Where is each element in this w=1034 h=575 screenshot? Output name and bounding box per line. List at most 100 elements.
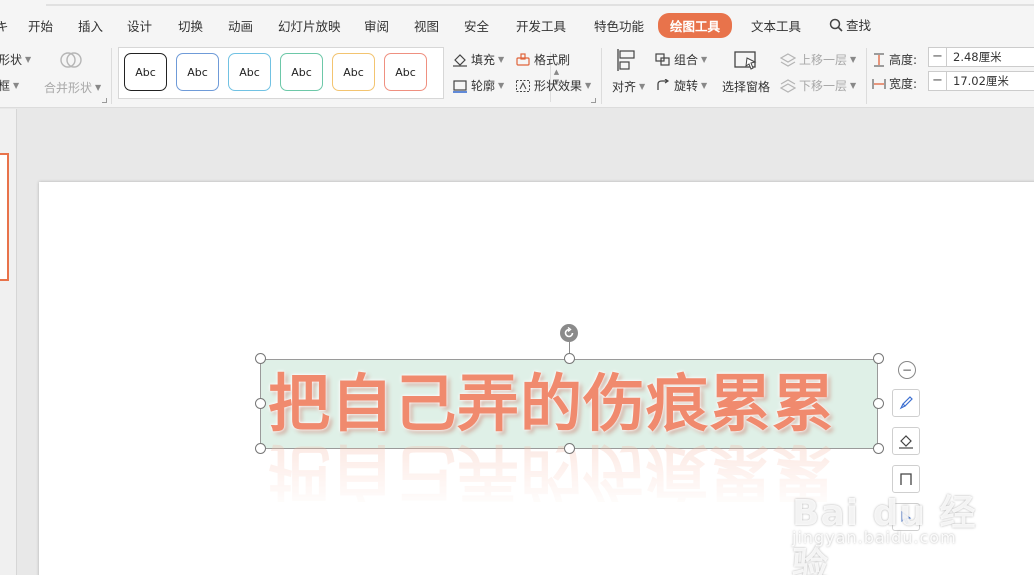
merge-shapes-button[interactable]: 合并形状 ▼ — [44, 79, 101, 96]
fill-quick-button[interactable] — [892, 427, 920, 455]
rotate-icon — [657, 78, 670, 90]
group-dialog-launcher[interactable] — [102, 98, 107, 103]
style-sample-label: Abc — [395, 65, 416, 79]
width-label-group: 宽度: — [872, 75, 917, 92]
outline-label: 轮廓 — [471, 79, 496, 93]
menu-item-developer[interactable]: 开发工具 — [516, 16, 566, 35]
bring-forward-icon — [780, 52, 796, 67]
search-button[interactable]: 查找 — [829, 15, 871, 34]
align-button[interactable]: 对齐 ▼ — [612, 78, 645, 95]
outline-icon — [453, 79, 467, 93]
menu-item-security[interactable]: 安全 — [464, 16, 489, 35]
group-button[interactable]: 组合 ▼ — [655, 51, 707, 68]
format-painter-button[interactable]: 格式刷 — [515, 51, 570, 68]
format-painter-icon — [516, 52, 530, 66]
merge-shapes-icon — [57, 48, 85, 75]
baidu-jingyan-watermark: Bai du 经验 jingyan.baidu.com — [792, 484, 992, 575]
fill-bucket-icon — [453, 53, 467, 67]
shape-style-quick-button[interactable] — [892, 389, 920, 417]
rotate-icon — [564, 327, 574, 338]
shape-effects-icon — [516, 79, 530, 92]
group-icon — [655, 52, 670, 66]
ribbon-toolbar: 形状 ▼ 框 ▼ 合并形状 ▼ Abc Abc Abc Abc Abc Abc ▲ ▼… — [0, 44, 1034, 108]
chevron-down-icon: ▼ — [639, 82, 646, 91]
rotate-button[interactable]: 旋转 ▼ — [655, 77, 707, 94]
height-field[interactable]: − 2.48厘米 — [928, 47, 1034, 67]
menu-topline — [46, 4, 1034, 6]
menu-item-drawing-tools[interactable]: 绘图工具 — [658, 13, 733, 38]
outline-button[interactable]: 轮廓 ▼ — [452, 77, 504, 94]
search-icon — [829, 18, 843, 32]
fill-bucket-icon — [899, 435, 913, 449]
menu-item-insert[interactable]: 插入 — [78, 16, 103, 35]
brush-icon — [899, 396, 913, 410]
shape-style-1[interactable]: Abc — [124, 53, 167, 91]
menu-item-review[interactable]: 审阅 — [364, 16, 389, 35]
width-icon — [872, 78, 886, 89]
height-label: 高度: — [889, 53, 918, 67]
selection-pane-button[interactable]: 选择窗格 — [722, 78, 770, 95]
menu-item-view[interactable]: 视图 — [414, 16, 439, 35]
width-field[interactable]: − 17.02厘米 — [928, 71, 1034, 91]
menu-item-design[interactable]: 设计 — [127, 16, 152, 35]
shape-style-4[interactable]: Abc — [280, 53, 323, 91]
wordart-reflection-text: 把自己弄的伤痕累累 — [268, 436, 836, 502]
shape-style-5[interactable]: Abc — [332, 53, 375, 91]
shape-style-3[interactable]: Abc — [228, 53, 271, 91]
send-backward-label: 下移一层 — [799, 79, 848, 93]
chevron-down-icon: ▼ — [498, 81, 505, 90]
frame-label: 框 — [0, 79, 11, 93]
send-backward-icon — [780, 78, 796, 93]
resize-handle-bottom-right[interactable] — [873, 443, 884, 454]
height-decrement-button[interactable]: − — [929, 48, 947, 66]
selection-pane-icon — [733, 49, 759, 74]
shape-button[interactable]: 形状 ▼ — [0, 51, 31, 68]
slide-thumbnail[interactable] — [0, 153, 9, 281]
menu-item-features[interactable]: 特色功能 — [594, 16, 644, 35]
resize-handle-top-right[interactable] — [873, 353, 884, 364]
shape-style-2[interactable]: Abc — [176, 53, 219, 91]
height-icon — [874, 53, 884, 66]
resize-handle-bottom[interactable] — [564, 443, 575, 454]
chevron-down-icon: ▼ — [25, 55, 32, 64]
merge-shapes-label: 合并形状 — [44, 81, 93, 95]
resize-handle-left[interactable] — [255, 398, 266, 409]
bring-forward-button[interactable]: 上移一层 ▼ — [780, 51, 856, 68]
style-dialog-launcher[interactable] — [591, 98, 596, 103]
width-label: 宽度: — [889, 77, 918, 91]
menu-item-animation[interactable]: 动画 — [228, 16, 253, 35]
align-label: 对齐 — [612, 80, 637, 94]
chevron-up-icon: ▲ — [553, 68, 560, 76]
rotation-handle[interactable] — [560, 324, 578, 342]
resize-handle-top-left[interactable] — [255, 353, 266, 364]
resize-handle-right[interactable] — [873, 398, 884, 409]
shape-effects-button[interactable]: 形状效果 ▼ — [515, 77, 591, 94]
resize-handle-top[interactable] — [564, 353, 575, 364]
fill-button[interactable]: 填充 ▼ — [452, 51, 504, 68]
menu-item-transition[interactable]: 切换 — [178, 16, 203, 35]
width-decrement-button[interactable]: − — [929, 72, 947, 90]
shape-style-gallery: Abc Abc Abc Abc Abc Abc ▲ ▼ — [118, 47, 559, 102]
style-sample-label: Abc — [239, 65, 260, 79]
chevron-down-icon: ▼ — [13, 81, 20, 90]
send-backward-button[interactable]: 下移一层 ▼ — [780, 77, 856, 94]
style-sample-label: Abc — [291, 65, 312, 79]
shape-effects-label: 形状效果 — [534, 79, 583, 93]
chevron-down-icon: ▼ — [850, 55, 857, 64]
menu-item-start[interactable]: 开始 — [28, 16, 53, 35]
shape-style-6[interactable]: Abc — [384, 53, 427, 91]
minus-icon: − — [901, 363, 913, 377]
width-value: 17.02厘米 — [953, 74, 1009, 88]
menu-item-cut[interactable]: キ — [0, 16, 9, 35]
collapse-toolbar-button[interactable]: − — [898, 361, 916, 379]
menu-item-slideshow[interactable]: 幻灯片放映 — [278, 16, 341, 35]
divider — [601, 48, 602, 104]
height-label-group: 高度: — [872, 51, 917, 68]
resize-handle-bottom-left[interactable] — [255, 443, 266, 454]
chevron-down-icon: ▼ — [585, 81, 592, 90]
style-sample-label: Abc — [343, 65, 364, 79]
menu-item-text-tools[interactable]: 文本工具 — [751, 16, 801, 35]
chevron-down-icon: ▼ — [850, 81, 857, 90]
bring-forward-label: 上移一层 — [799, 53, 848, 67]
frame-button[interactable]: 框 ▼ — [0, 77, 19, 94]
